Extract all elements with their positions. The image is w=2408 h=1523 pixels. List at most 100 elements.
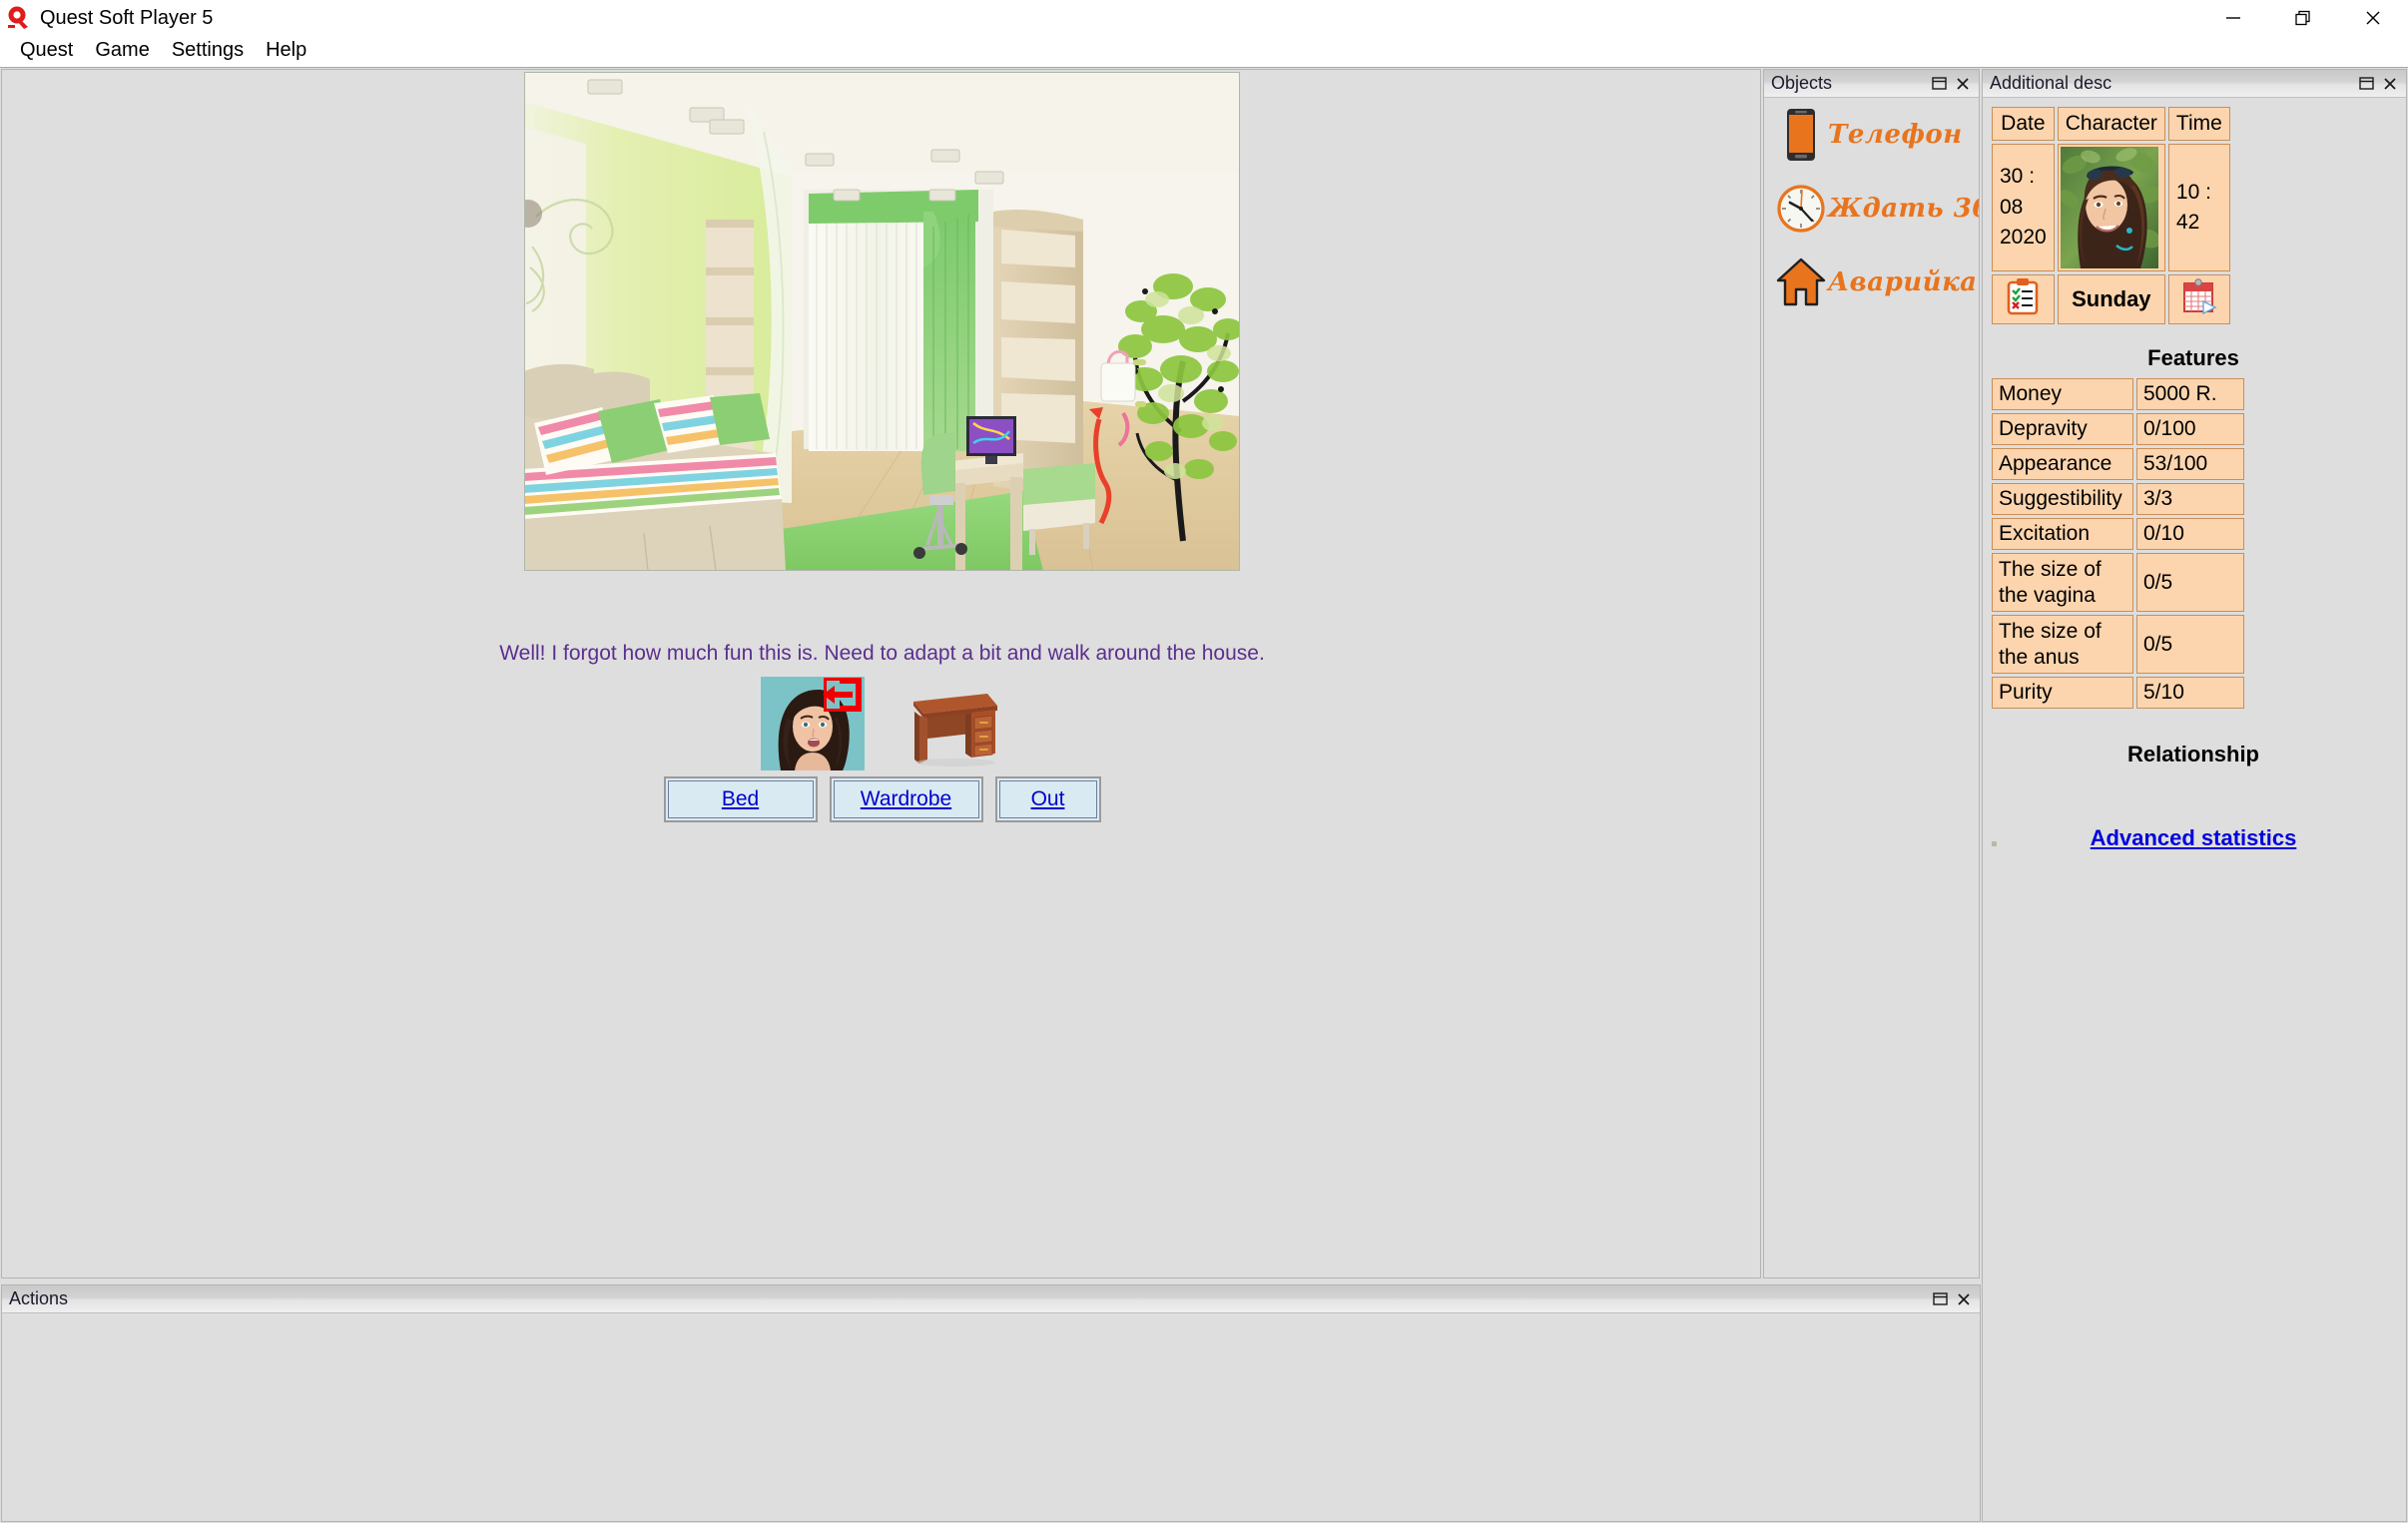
advanced-statistics-link[interactable]: Advanced statistics: [2091, 825, 2297, 850]
feature-name-appearance: Appearance: [1992, 448, 2133, 480]
feature-name-vagina-size: The size of the vagina: [1992, 553, 2133, 613]
time-value: 10 : 42: [2167, 144, 2230, 271]
wardrobe-button-label: Wardrobe: [860, 787, 952, 810]
objects-panel-caption: Objects: [1764, 70, 1979, 98]
feature-value-anus-size: 0/5: [2136, 615, 2244, 675]
calendar-icon: [2181, 278, 2217, 320]
object-item-phone[interactable]: Телефон: [1764, 98, 1979, 172]
objects-panel-title: Objects: [1771, 73, 1833, 93]
actions-panel-caption-buttons: [1933, 1291, 1980, 1306]
objects-list[interactable]: Телефон Ждать 3 Аварийка: [1764, 98, 1979, 1277]
object-item-wait-30-minutes-label: Ждать 30 минут: [1828, 194, 1979, 224]
window-controls: [2198, 0, 2408, 36]
object-item-phone-label: Телефон: [1828, 120, 1963, 150]
dock-icon[interactable]: [1933, 1291, 1948, 1306]
restore-button[interactable]: [2268, 0, 2338, 36]
relationship-title: Relationship: [2126, 742, 2259, 767]
actions-list[interactable]: [2, 1313, 1980, 1521]
wardrobe-button[interactable]: Wardrobe: [829, 776, 983, 822]
window-title: Quest Soft Player 5: [40, 7, 214, 29]
desc-panel-title: Additional desc: [1990, 73, 2112, 93]
date-table-header-row: Date Character Time: [1992, 107, 2230, 141]
feature-name-money: Money: [1992, 378, 2133, 410]
feature-name-purity: Purity: [1992, 677, 2133, 710]
menu-item-quest[interactable]: Quest: [9, 37, 84, 66]
room-image: [514, 71, 1243, 578]
date-table-day-row: Sunday: [1992, 274, 2230, 324]
feature-value-suggestibility: 3/3: [2136, 483, 2244, 515]
relationship-section: Relationship Advanced statistics: [1989, 742, 2406, 851]
table-row: Money 5000 R.: [1992, 378, 2244, 410]
time-header: Time: [2167, 107, 2230, 141]
feature-value-money: 5000 R.: [2136, 378, 2244, 410]
dock-icon[interactable]: [2359, 76, 2374, 91]
bed-button[interactable]: Bed: [663, 776, 818, 822]
feature-value-vagina-size: 0/5: [2136, 553, 2244, 613]
phone-icon: [1776, 107, 1826, 163]
table-row: Purity 5/10: [1992, 677, 2244, 710]
actions-panel-caption: Actions: [2, 1285, 1980, 1313]
client-area: Well! I forgot how much fun this is. Nee…: [0, 67, 2408, 1523]
date-value: 30 : 08 2020: [1992, 144, 2055, 271]
dock-icon[interactable]: [1932, 76, 1947, 91]
close-icon[interactable]: [1957, 1292, 1971, 1306]
feature-value-purity: 5/10: [2136, 677, 2244, 710]
house-icon: [1776, 254, 1826, 310]
features-table: Money 5000 R. Depravity 0/100 Appearance…: [1989, 375, 2247, 712]
menu-bar: Quest Game Settings Help: [0, 36, 2408, 67]
desc-panel-body: Date Character Time 30 : 08 2020 10: 42…: [1983, 98, 2406, 1521]
character-portrait-cell: [2057, 144, 2165, 271]
qsp-logo-icon: [6, 5, 32, 31]
object-item-emergency[interactable]: Аварийка: [1764, 246, 1979, 319]
clock-icon: [1776, 181, 1826, 237]
additional-desc-panel: Additional desc Date Character Time 30:…: [1982, 69, 2407, 1522]
checklist-clipboard-cell[interactable]: [1992, 274, 2055, 324]
object-item-wait-30-minutes[interactable]: Ждать 30 минут: [1764, 172, 1979, 246]
close-icon[interactable]: [2383, 77, 2397, 91]
objects-panel: Objects Телефон Ждать 3 Аварийка: [1763, 69, 1980, 1278]
minimize-button[interactable]: [2198, 0, 2268, 36]
close-icon[interactable]: [1956, 77, 1970, 91]
relationship-placeholder-marker: [1992, 841, 1997, 847]
main-scroll-area[interactable]: Well! I forgot how much fun this is. Nee…: [2, 70, 1760, 1277]
day-of-week-value: Sunday: [2057, 274, 2165, 324]
out-button[interactable]: Out: [994, 776, 1101, 822]
thumbnail-row: [2, 677, 1760, 770]
calendar-cell[interactable]: [2167, 274, 2230, 324]
main-description-panel: Well! I forgot how much fun this is. Nee…: [1, 69, 1761, 1278]
checklist-clipboard-icon: [2006, 278, 2040, 320]
desk-thumb[interactable]: [900, 682, 1003, 767]
desc-panel-caption: Additional desc: [1983, 70, 2406, 98]
table-row: Excitation 0/10: [1992, 518, 2244, 550]
table-row: Depravity 0/100: [1992, 413, 2244, 445]
feature-value-depravity: 0/100: [2136, 413, 2244, 445]
objects-panel-caption-buttons: [1932, 76, 1979, 91]
actions-panel-title: Actions: [9, 1288, 69, 1308]
actions-panel: Actions: [1, 1284, 1981, 1522]
table-row: The size of the anus 0/5: [1992, 615, 2244, 675]
menu-item-help[interactable]: Help: [255, 37, 317, 66]
bed-button-label: Bed: [721, 787, 760, 810]
character-header: Character: [2057, 107, 2165, 141]
table-row: Appearance 53/100: [1992, 448, 2244, 480]
feature-name-depravity: Depravity: [1992, 413, 2133, 445]
date-header: Date: [1992, 107, 2055, 141]
date-character-time-table: Date Character Time 30 : 08 2020 10: 42…: [1989, 104, 2233, 327]
feature-name-anus-size: The size of the anus: [1992, 615, 2133, 675]
date-table-value-row: 30 : 08 2020 10: 42: [1992, 144, 2230, 271]
character-photo: [2060, 147, 2158, 268]
menu-item-game[interactable]: Game: [84, 37, 160, 66]
feature-name-excitation: Excitation: [1992, 518, 2133, 550]
menu-item-settings[interactable]: Settings: [161, 37, 255, 66]
advanced-statistics-wrap: Advanced statistics: [1989, 825, 2398, 851]
close-button[interactable]: [2338, 0, 2408, 36]
features-title: Features: [2147, 345, 2239, 370]
out-button-label: Out: [1030, 787, 1065, 810]
title-bar: Quest Soft Player 5: [0, 0, 2408, 36]
object-item-emergency-label: Аварийка: [1828, 267, 1978, 297]
character-portrait-thumb[interactable]: [761, 677, 865, 770]
table-row: Suggestibility 3/3: [1992, 483, 2244, 515]
feature-value-excitation: 0/10: [2136, 518, 2244, 550]
table-row: The size of the vagina 0/5: [1992, 553, 2244, 613]
feature-name-suggestibility: Suggestibility: [1992, 483, 2133, 515]
